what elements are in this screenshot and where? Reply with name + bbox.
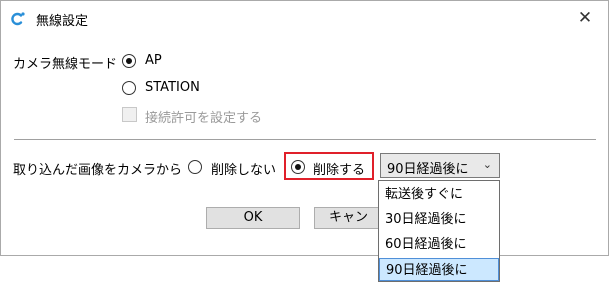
radio-delete[interactable] [291,160,305,174]
chevron-down-icon: ⌄ [482,158,492,171]
close-icon[interactable]: ✕ [574,8,596,28]
dropdown-option-60-days[interactable]: 60日経過後に [379,233,499,256]
delete-timing-dropdown: 転送後すぐに 30日経過後に 60日経過後に 90日経過後に [378,180,500,282]
permit-connection-checkbox[interactable] [122,107,137,122]
app-icon [11,12,25,26]
ok-button[interactable]: OK [206,207,300,229]
window-title: 無線設定 [36,14,89,29]
delete-images-label: 取り込んだ画像をカメラから [13,163,183,178]
delete-timing-value: 90日経過後に [387,162,469,177]
separator [14,139,596,140]
radio-no-delete[interactable] [188,160,202,174]
camera-wireless-mode-label: カメラ無線モード [13,57,118,72]
dropdown-option-90-days[interactable]: 90日経過後に [379,258,499,281]
radio-no-delete-label[interactable]: 削除しない [211,159,276,178]
permit-connection-label: 接続許可を設定する [145,111,263,126]
radio-station-label[interactable]: STATION [145,80,200,95]
wireless-settings-dialog: 無線設定 ✕ カメラ無線モード AP STATION 接続許可を設定する 取り込… [0,0,609,256]
dropdown-option-30-days[interactable]: 30日経過後に [379,208,499,231]
delete-timing-select[interactable]: 90日経過後に ⌄ [380,153,500,178]
title-bar: 無線設定 ✕ [1,1,608,37]
radio-ap[interactable] [122,54,136,68]
radio-ap-label[interactable]: AP [145,53,162,68]
radio-delete-label[interactable]: 削除する [313,159,365,178]
radio-station[interactable] [122,81,136,95]
cancel-button[interactable]: キャンセル [314,207,379,229]
dropdown-option-immediately[interactable]: 転送後すぐに [379,183,499,206]
